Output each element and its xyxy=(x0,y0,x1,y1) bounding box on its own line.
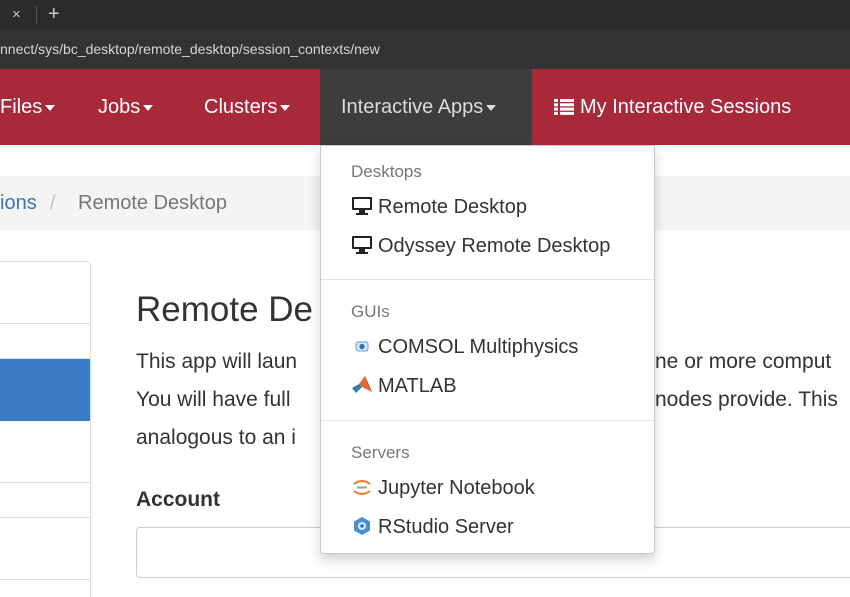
description-line: This app will laun xyxy=(136,350,298,373)
description-line-right: nodes provide. This xyxy=(655,388,838,411)
dropdown-header-servers: Servers xyxy=(351,443,410,462)
description-line: analogous to an i xyxy=(136,426,296,449)
sidebar-item[interactable] xyxy=(0,262,90,324)
dropdown-divider xyxy=(321,279,654,280)
rstudio-icon xyxy=(354,517,370,535)
nav-jobs-label: Jobs xyxy=(98,96,141,118)
navbar: Files Jobs Clusters Interactive Apps My … xyxy=(0,69,850,145)
new-tab-icon[interactable]: + xyxy=(48,3,60,25)
browser-tab-bar: × + xyxy=(0,0,850,30)
dropdown-header-guis: GUIs xyxy=(351,302,390,321)
menu-item-label: Jupyter Notebook xyxy=(378,477,535,499)
tab-separator xyxy=(36,6,37,24)
sidebar xyxy=(0,261,91,597)
menu-item-remote-desktop[interactable]: Remote Desktop xyxy=(351,196,641,226)
menu-item-comsol[interactable]: COMSOL Multiphysics xyxy=(351,336,641,366)
nav-files[interactable]: Files xyxy=(0,69,56,145)
menu-item-rstudio[interactable]: RStudio Server xyxy=(351,516,641,546)
caret-down-icon xyxy=(45,104,56,111)
description-line-right: ne or more comput xyxy=(655,350,832,373)
url-text[interactable]: nnect/sys/bc_desktop/remote_desktop/sess… xyxy=(0,41,380,57)
monitor-icon xyxy=(352,236,372,254)
caret-down-icon xyxy=(143,104,154,111)
caret-down-icon xyxy=(486,104,497,111)
menu-item-matlab[interactable]: MATLAB xyxy=(351,375,641,405)
monitor-icon xyxy=(352,197,372,215)
description-line: You will have full xyxy=(136,388,291,411)
nav-my-interactive-sessions[interactable]: My Interactive Sessions xyxy=(554,69,791,145)
menu-item-label: Odyssey Remote Desktop xyxy=(378,235,611,257)
dropdown-divider xyxy=(321,420,654,421)
menu-item-label: MATLAB xyxy=(378,375,457,397)
page: × + nnect/sys/bc_desktop/remote_desktop/… xyxy=(0,0,850,597)
list-icon xyxy=(554,99,574,115)
nav-clusters[interactable]: Clusters xyxy=(204,69,291,145)
menu-item-label: RStudio Server xyxy=(378,516,514,538)
nav-files-label: Files xyxy=(0,96,43,118)
nav-sessions-label: My Interactive Sessions xyxy=(580,96,792,118)
breadcrumb-separator: / xyxy=(50,192,56,214)
menu-item-odyssey-remote-desktop[interactable]: Odyssey Remote Desktop xyxy=(351,235,641,265)
nav-jobs[interactable]: Jobs xyxy=(98,69,154,145)
account-label: Account xyxy=(136,488,220,511)
page-title: Remote De xyxy=(136,290,314,329)
nav-interactive-apps-label: Interactive Apps xyxy=(341,96,484,118)
sidebar-item-active[interactable] xyxy=(0,359,90,421)
menu-item-label: COMSOL Multiphysics xyxy=(378,336,579,358)
nav-clusters-label: Clusters xyxy=(204,96,278,118)
breadcrumb-current: Remote Desktop xyxy=(78,192,227,214)
address-bar[interactable]: nnect/sys/bc_desktop/remote_desktop/sess… xyxy=(0,30,850,69)
matlab-icon xyxy=(352,376,372,393)
caret-down-icon xyxy=(280,104,291,111)
dropdown-header-desktops: Desktops xyxy=(351,162,422,181)
tab-close-icon[interactable]: × xyxy=(12,6,21,24)
menu-item-label: Remote Desktop xyxy=(378,196,527,218)
sidebar-item[interactable] xyxy=(0,518,90,580)
breadcrumb-link[interactable]: ions xyxy=(0,192,37,215)
sidebar-item[interactable] xyxy=(0,324,90,359)
comsol-icon xyxy=(355,341,369,352)
interactive-apps-dropdown: Desktops Remote Desktop Odyssey Remote D… xyxy=(320,145,655,554)
nav-interactive-apps[interactable]: Interactive Apps xyxy=(320,69,532,145)
menu-item-jupyter[interactable]: Jupyter Notebook xyxy=(351,477,641,507)
sidebar-item[interactable] xyxy=(0,483,90,518)
jupyter-icon xyxy=(353,480,371,495)
sidebar-item[interactable] xyxy=(0,421,90,483)
